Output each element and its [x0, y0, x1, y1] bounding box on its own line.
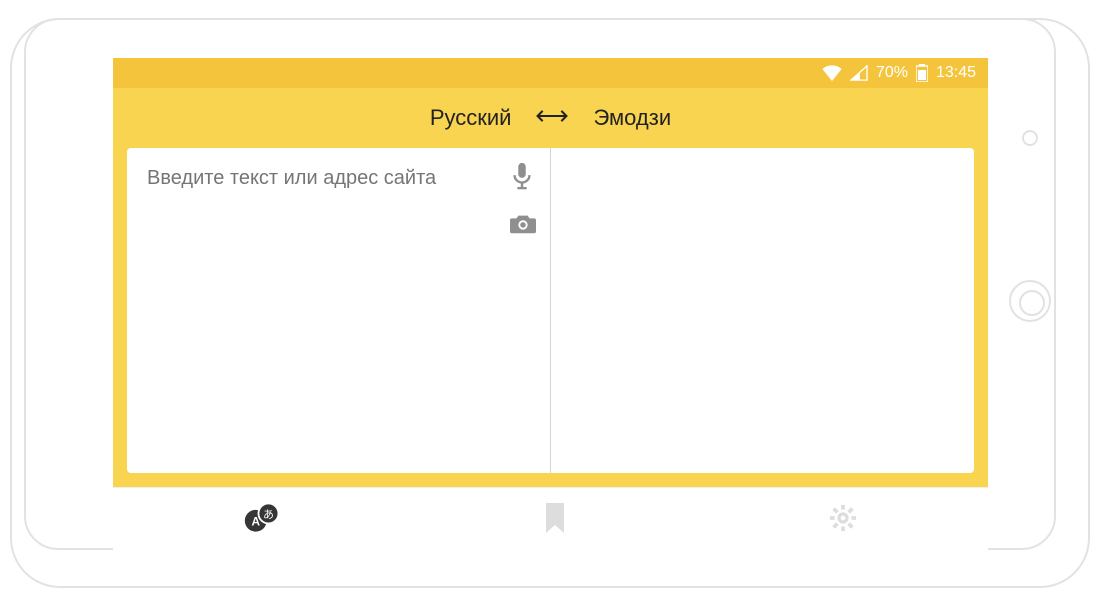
signal-icon	[850, 65, 868, 81]
source-input[interactable]	[145, 166, 496, 191]
bottom-nav: A あ	[113, 487, 988, 552]
svg-text:あ: あ	[263, 508, 274, 521]
work-area	[113, 148, 988, 487]
nav-translate-icon[interactable]: A あ	[243, 502, 283, 539]
battery-pct: 70%	[876, 64, 908, 82]
nav-bookmark-icon[interactable]	[543, 503, 567, 538]
device-speaker	[1022, 130, 1038, 146]
battery-icon	[916, 64, 928, 82]
phone-screen: 70% 13:45 Русский Эмодзи	[113, 58, 988, 552]
source-language[interactable]: Русский	[430, 105, 512, 131]
input-side-icons	[510, 162, 536, 240]
translation-card	[127, 148, 974, 473]
swap-languages-icon[interactable]	[535, 105, 569, 131]
status-bar: 70% 13:45	[113, 58, 988, 88]
target-pane	[551, 148, 974, 473]
source-pane[interactable]	[127, 148, 551, 473]
microphone-icon[interactable]	[510, 162, 536, 195]
device-home-button	[1009, 280, 1051, 322]
language-selector-row: Русский Эмодзи	[113, 88, 988, 148]
camera-icon[interactable]	[510, 213, 536, 240]
target-language[interactable]: Эмодзи	[593, 105, 671, 131]
status-clock: 13:45	[936, 64, 976, 82]
nav-settings-icon[interactable]	[828, 503, 858, 538]
wifi-icon	[822, 65, 842, 81]
